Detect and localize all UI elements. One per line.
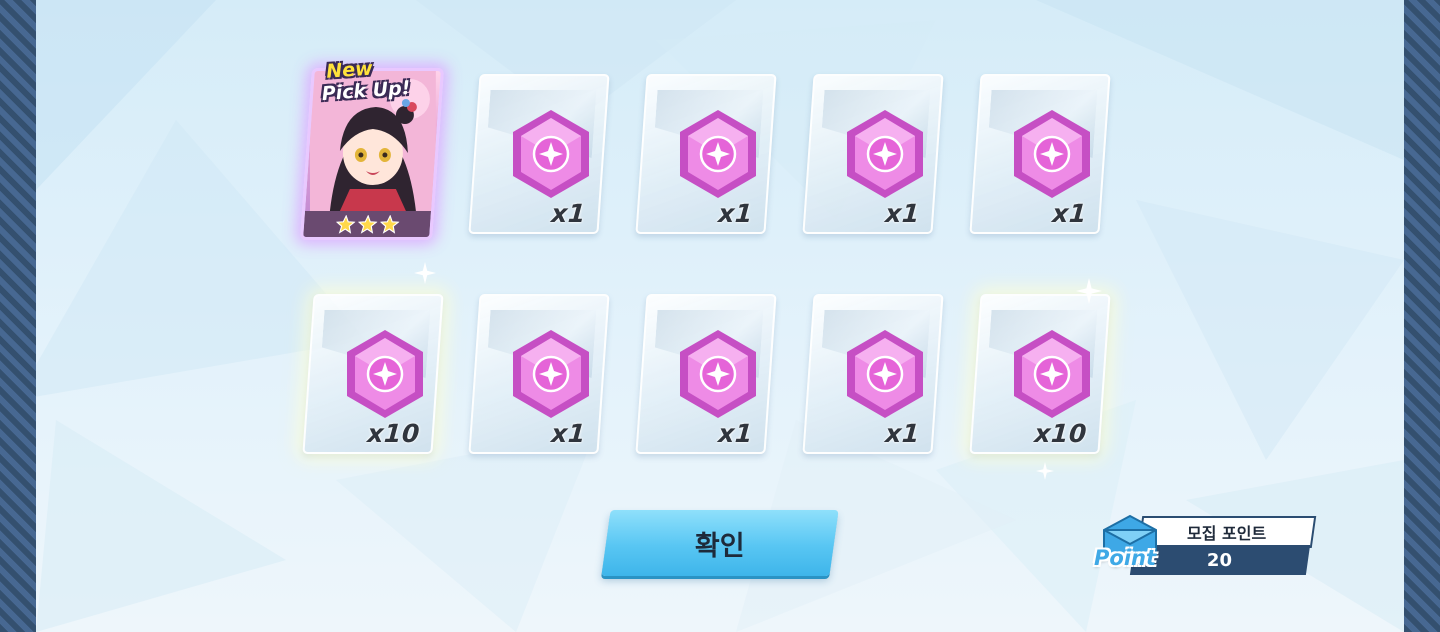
reward-card[interactable]: x1 bbox=[969, 74, 1111, 234]
pink-hexagon-gem-icon bbox=[847, 330, 923, 418]
star-icon bbox=[357, 214, 378, 234]
reward-quantity: x1 bbox=[550, 419, 587, 448]
pink-hexagon-gem-icon bbox=[847, 110, 923, 198]
reward-card[interactable]: x1 bbox=[635, 74, 777, 234]
reward-quantity: x1 bbox=[717, 199, 754, 228]
right-border bbox=[1404, 0, 1440, 632]
pink-hexagon-gem-icon bbox=[347, 330, 423, 418]
new-pickup-badge: New Pick Up! bbox=[320, 55, 413, 106]
confirm-button[interactable]: 확인 bbox=[601, 510, 839, 576]
left-border bbox=[0, 0, 36, 632]
sparkle-icon bbox=[414, 262, 436, 284]
reward-quantity: x10 bbox=[1033, 419, 1088, 448]
pink-hexagon-gem-icon bbox=[680, 330, 756, 418]
pink-hexagon-gem-icon bbox=[1014, 330, 1090, 418]
confirm-button-label: 확인 bbox=[695, 530, 745, 562]
reward-quantity: x1 bbox=[884, 419, 921, 448]
reward-card[interactable]: x1 bbox=[468, 74, 610, 234]
reward-quantity: x1 bbox=[884, 199, 921, 228]
reward-card[interactable]: x1 bbox=[635, 294, 777, 454]
reward-card[interactable]: x1 bbox=[468, 294, 610, 454]
point-tag: Point bbox=[1094, 546, 1157, 570]
recruit-points-title: 모집 포인트 bbox=[1187, 524, 1267, 543]
sparkle-icon bbox=[1036, 462, 1054, 480]
sparkle-icon bbox=[1076, 278, 1102, 304]
reward-card[interactable]: x10 bbox=[302, 294, 444, 454]
reward-card[interactable]: x10 bbox=[969, 294, 1111, 454]
pink-hexagon-gem-icon bbox=[1014, 110, 1090, 198]
reward-card[interactable]: x1 bbox=[802, 74, 944, 234]
star-rating bbox=[303, 211, 432, 237]
reward-quantity: x1 bbox=[717, 419, 754, 448]
star-icon bbox=[335, 214, 356, 234]
recruit-points-title-box: 모집 포인트 bbox=[1137, 516, 1317, 548]
pink-hexagon-gem-icon bbox=[513, 330, 589, 418]
pink-hexagon-gem-icon bbox=[513, 110, 589, 198]
reward-quantity: x10 bbox=[366, 419, 421, 448]
recruit-points-value: 20 bbox=[1207, 549, 1233, 571]
reward-quantity: x1 bbox=[1051, 199, 1088, 228]
reward-quantity: x1 bbox=[550, 199, 587, 228]
star-icon bbox=[379, 214, 400, 234]
recruit-points-panel: 모집 포인트 20 Point bbox=[1094, 512, 1319, 580]
pink-hexagon-gem-icon bbox=[680, 110, 756, 198]
reward-card[interactable]: x1 bbox=[802, 294, 944, 454]
gacha-result-stage: New Pick Up! x1 x1 x1 x1 x10 x1 x1 x1 x1… bbox=[36, 0, 1404, 632]
